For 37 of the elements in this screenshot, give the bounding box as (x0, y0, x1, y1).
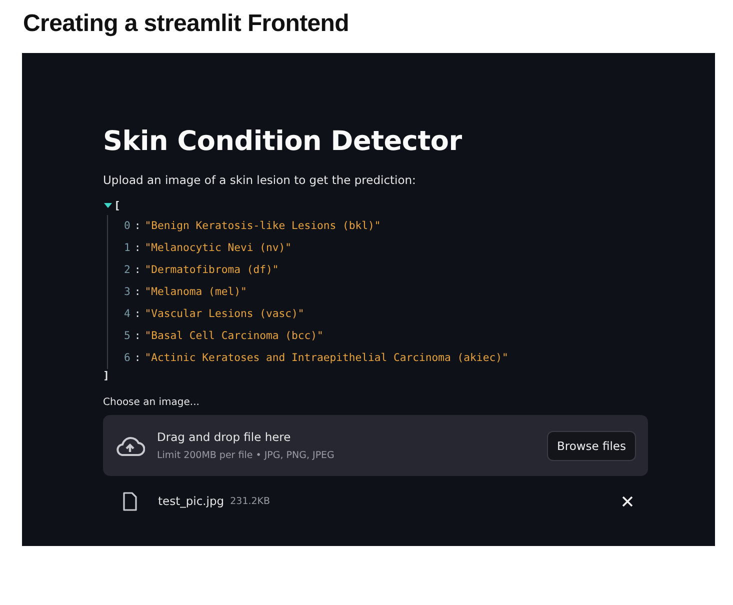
dropzone[interactable]: Drag and drop file here Limit 200MB per file • JPG, PNG, JPEG Browse files (103, 415, 648, 476)
colon: : (134, 352, 141, 364)
file-size: 231.2KB (230, 496, 272, 506)
array-index: 1 (124, 242, 130, 254)
app-title: Skin Condition Detector (103, 126, 463, 157)
close-bracket: ] (103, 370, 110, 382)
prompt-text: Upload an image of a skin lesion to get the prediction: (103, 173, 417, 187)
array-index: 6 (124, 352, 130, 364)
string-value: "Melanoma (mel)" (144, 286, 247, 298)
string-value: "Dermatofibroma (df)" (144, 264, 279, 276)
string-value: "Basal Cell Carcinoma (bcc)" (144, 330, 324, 342)
file-icon (123, 492, 137, 510)
colon: : (134, 220, 141, 232)
string-value: "Vascular Lesions (vasc)" (144, 308, 304, 320)
cloud-upload-icon (115, 434, 145, 456)
close-icon[interactable] (622, 496, 633, 506)
open-bracket: [ (114, 200, 120, 212)
colon: : (134, 286, 141, 298)
string-value: "Melanocytic Nevi (nv)" (144, 242, 292, 254)
string-value: "Benign Keratosis-like Lesions (bkl)" (144, 220, 381, 232)
array-index: 4 (124, 308, 130, 320)
colon: : (134, 330, 141, 342)
colon: : (134, 308, 141, 320)
colon: : (134, 242, 141, 254)
string-value: "Actinic Keratoses and Intraepithelial Carcinoma (akiec)" (144, 352, 508, 364)
array-index: 2 (124, 264, 130, 276)
dropzone-title: Drag and drop file here (157, 430, 292, 444)
dropzone-hint: Limit 200MB per file • JPG, PNG, JPEG (157, 450, 336, 461)
file-name: test_pic.jpg (158, 494, 224, 508)
array-index: 5 (124, 330, 130, 342)
uploader-label: Choose an image... (103, 397, 200, 408)
array-index: 0 (124, 220, 130, 232)
colon: : (134, 264, 141, 276)
browse-files-button[interactable]: Browse files (546, 430, 636, 460)
array-index: 3 (124, 286, 130, 298)
page-heading: Creating a streamlit Frontend (23, 10, 350, 38)
collapse-caret-icon[interactable] (104, 203, 112, 209)
